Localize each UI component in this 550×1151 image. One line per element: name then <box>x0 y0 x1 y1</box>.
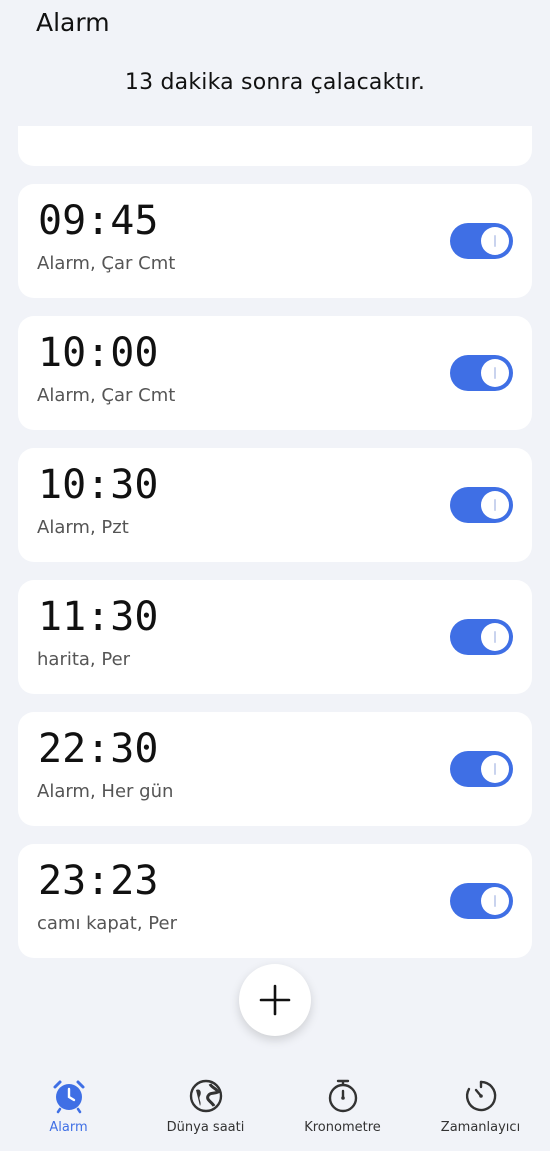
alarm-toggle[interactable] <box>450 355 513 391</box>
nav-label: Dünya saati <box>166 1120 245 1135</box>
alarm-time: 10:00 <box>38 330 159 376</box>
nav-item-stopwatch[interactable]: Kronometre <box>274 1070 411 1135</box>
nav-item-world-clock[interactable]: Dünya saati <box>137 1070 274 1135</box>
alarm-card[interactable]: 22:30 Alarm, Her gün <box>18 712 532 826</box>
page-title: Alarm <box>36 8 110 37</box>
alarm-label: camı kapat, Per <box>37 913 177 934</box>
alarm-toggle[interactable] <box>450 751 513 787</box>
nav-item-alarm[interactable]: Alarm <box>0 1070 137 1135</box>
alarm-time: 11:30 <box>38 594 159 640</box>
alarm-toggle[interactable] <box>450 883 513 919</box>
alarm-toggle[interactable] <box>450 619 513 655</box>
nav-label: Alarm <box>49 1120 88 1135</box>
timer-icon <box>465 1080 496 1112</box>
alarm-label: Alarm, Pzt <box>37 517 129 538</box>
alarm-list: 09:45 Alarm, Çar Cmt 10:00 Alarm, Çar Cm… <box>18 184 532 976</box>
add-alarm-button[interactable] <box>239 964 311 1036</box>
alarm-time: 10:30 <box>38 462 159 508</box>
alarm-toggle[interactable] <box>450 223 513 259</box>
alarm-label: Alarm, Çar Cmt <box>37 253 176 274</box>
alarm-label: harita, Per <box>37 649 131 670</box>
next-alarm-text: 13 dakika sonra çalacaktır. <box>124 70 426 95</box>
bottom-nav: Alarm Dünya saati Kronometre Zamanlayıcı <box>0 1070 550 1151</box>
alarm-card[interactable]: 09:45 Alarm, Çar Cmt <box>18 184 532 298</box>
toggle-knob <box>481 359 509 387</box>
alarm-time: 23:23 <box>38 858 159 904</box>
alarm-card[interactable]: 10:00 Alarm, Çar Cmt <box>18 316 532 430</box>
toggle-knob <box>481 227 509 255</box>
nav-item-timer[interactable]: Zamanlayıcı <box>412 1070 549 1135</box>
globe-icon <box>189 1079 222 1113</box>
alarm-time: 22:30 <box>38 726 159 772</box>
nav-label: Kronometre <box>304 1120 381 1135</box>
stopwatch-icon <box>328 1079 357 1113</box>
alarm-card[interactable]: 10:30 Alarm, Pzt <box>18 448 532 562</box>
plus-icon <box>259 984 291 1016</box>
alarm-toggle[interactable] <box>450 487 513 523</box>
toggle-knob <box>481 491 509 519</box>
alarm-label: Alarm, Her gün <box>37 781 174 802</box>
alarm-card[interactable]: 11:30 harita, Per <box>18 580 532 694</box>
toggle-knob <box>481 623 509 651</box>
toggle-knob <box>481 887 509 915</box>
alarm-time: 09:45 <box>38 198 159 244</box>
alarm-clock-icon <box>53 1080 84 1114</box>
alarm-card-partial[interactable] <box>18 126 532 166</box>
nav-label: Zamanlayıcı <box>440 1120 521 1135</box>
alarm-card[interactable]: 23:23 camı kapat, Per <box>18 844 532 958</box>
alarm-label: Alarm, Çar Cmt <box>37 385 176 406</box>
toggle-knob <box>481 755 509 783</box>
